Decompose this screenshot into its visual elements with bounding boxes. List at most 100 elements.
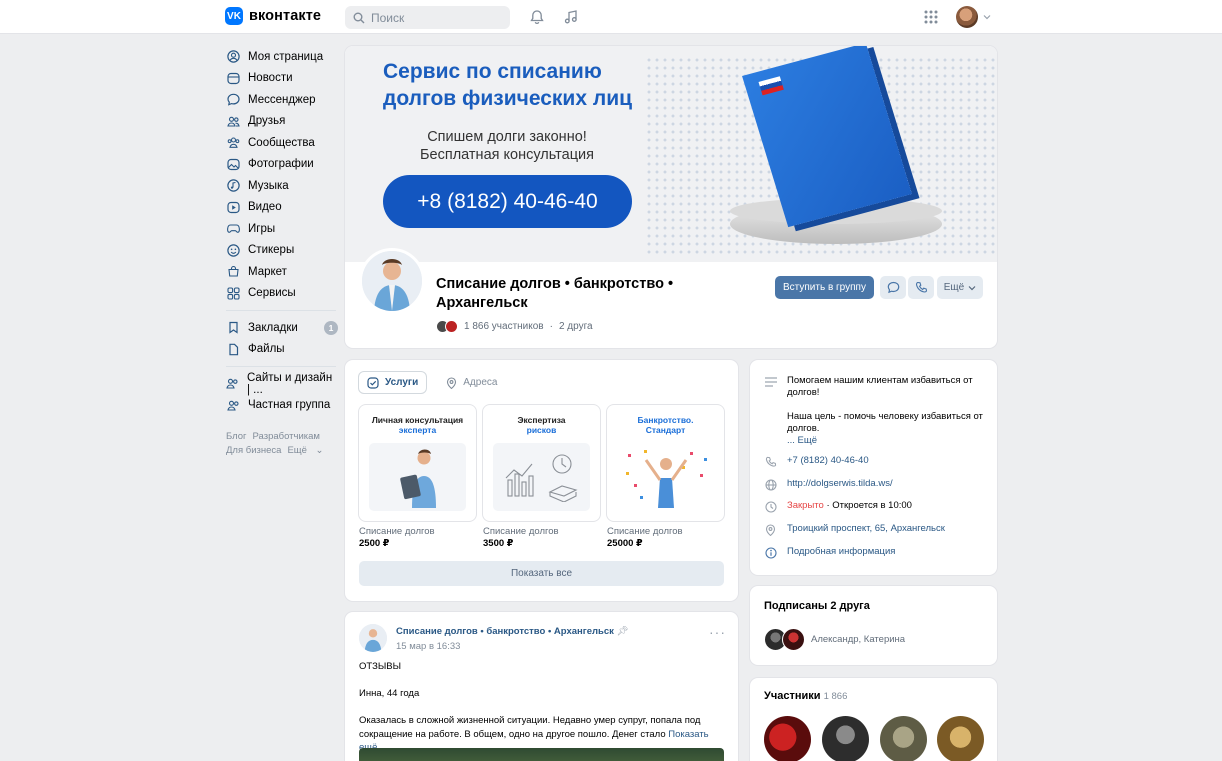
sidebar-item-news[interactable]: Новости [226,68,338,90]
sidebar-item-label: Закладки [248,321,298,334]
service-item[interactable]: Банкротство. Стандарт Списание долгов 250… [607,405,724,549]
sidebar-item-communities[interactable]: Сообщества [226,132,338,154]
phone-link[interactable]: +7 (8182) 40-46-40 [787,455,869,468]
profile-avatar[interactable] [956,6,978,28]
more-button-label: Ещё [943,282,965,293]
friend-avatar [782,628,805,651]
member-avatar[interactable] [937,716,984,761]
music-icon [226,179,240,193]
sidebar-item-friends[interactable]: Друзья [226,111,338,133]
logo-text: вконтакте [249,8,322,24]
about-paragraph-2: Наша цель - помочь человеку избавиться о… [787,411,983,434]
sidebar-item-market[interactable]: Маркет [226,261,338,283]
call-button[interactable] [908,276,934,299]
sidebar-footer: Блог Разработчикам Для бизнеса Ещё ⌄ [226,430,338,458]
member-avatar[interactable] [764,716,811,761]
members-title-count: 1 866 [823,691,848,702]
bell-icon[interactable] [528,8,546,26]
phone-icon [915,281,927,293]
member-avatar[interactable] [880,716,927,761]
sidebar-item-label: Частная группа [248,399,331,412]
sidebar-item-sites-design[interactable]: Сайты и дизайн | ... [226,372,338,396]
details-link[interactable]: Подробная информация [787,546,895,559]
more-button[interactable]: Ещё [937,276,983,299]
website-link[interactable]: http://dolgserwis.tilda.ws/ [787,478,893,491]
post-paragraph-text: Оказалась в сложной жизненной ситуации. … [359,715,701,740]
cover-title: Сервис по списанию долгов физических лиц [383,58,632,112]
service-item[interactable]: Экспертиза рисков Списание долгов 3500 ₽ [483,405,600,549]
search-input[interactable] [371,10,501,25]
cover-image: Сервис по списанию долгов физических лиц… [345,46,997,262]
video-icon [226,200,240,214]
footer-link-blog[interactable]: Блог [226,431,247,442]
sidebar-item-files[interactable]: Файлы [226,339,338,361]
post-author-avatar[interactable] [359,624,387,652]
search-box[interactable] [345,6,510,29]
sidebar-item-photos[interactable]: Фотографии [226,154,338,176]
service-image-title-b: эксперта [398,425,437,435]
show-all-services-button[interactable]: Показать все [359,561,724,586]
closed-status: Закрыто [787,500,824,511]
text-lines-icon [764,375,777,388]
user-circle-icon [226,50,240,64]
group-name: Списание долгов • банкротство • Архангел… [436,275,706,313]
member-avatar[interactable] [822,716,869,761]
sidebar-item-stickers[interactable]: Стикеры [226,240,338,262]
service-image-title-b: Стандарт [645,425,686,435]
sidebar-item-video[interactable]: Видео [226,197,338,219]
clock-icon [764,500,777,513]
left-sidebar: Моя страница Новости Мессенджер Друзья С… [226,46,338,458]
sidebar-item-private-group[interactable]: Частная группа [226,395,338,417]
message-button[interactable] [880,276,906,299]
footer-link-developers[interactable]: Разработчикам [253,431,320,442]
chevron-down-icon: ⌄ [315,445,324,456]
post-photo[interactable] [359,748,724,761]
service-item[interactable]: Личная консультация эксперта Списание дол… [359,405,476,549]
apps-grid-icon[interactable] [922,8,940,26]
service-image: Банкротство. Стандарт [607,405,724,521]
sidebar-item-games[interactable]: Игры [226,218,338,240]
friends-row[interactable]: Александр, Катерина [764,628,905,651]
chevron-down-icon[interactable] [982,8,992,26]
sidebar-item-label: Стикеры [248,244,295,257]
vk-logo[interactable]: VK вконтакте [225,7,321,25]
group-avatar[interactable] [359,248,425,314]
market-icon [226,265,240,279]
sidebar-item-messenger[interactable]: Мессенджер [226,89,338,111]
service-caption: Списание долгов [607,526,683,537]
separator-dot: · [549,321,553,332]
sidebar-divider [226,310,336,311]
tab-addresses[interactable]: Адреса [438,372,505,393]
sidebar-item-label: Сервисы [248,287,296,300]
friends-count[interactable]: 2 друга [559,321,593,332]
post-author-name[interactable]: Списание долгов • банкротство • Архангел… [396,626,629,637]
sidebar-item-bookmarks[interactable]: Закладки 1 [226,317,338,339]
group-icon [226,398,240,412]
group-members-line[interactable]: 1 866 участников · 2 друга [436,320,593,333]
tab-services[interactable]: Услуги [359,372,426,393]
more-options-icon[interactable]: ··· [709,625,726,639]
footer-link-more[interactable]: Ещё ⌄ [287,445,329,456]
about-more-link[interactable]: ... Ещё [787,435,992,447]
file-icon [226,342,240,356]
location-pin-icon [764,523,777,536]
friend-avatar [445,320,458,333]
vk-logo-icon: VK [225,7,243,25]
friends-title[interactable]: Подписаны 2 друга [764,600,870,612]
globe-icon [764,478,777,491]
phone-icon [764,455,777,468]
service-caption: Списание долгов [483,526,559,537]
members-title[interactable]: Участники 1 866 [764,690,847,702]
group-name-line2: Архангельск [436,295,528,311]
address-link[interactable]: Троицкий проспект, 65, Архангельск [787,523,945,536]
members-count[interactable]: 1 866 участников [464,321,544,332]
tab-addresses-label: Адреса [463,377,498,388]
join-group-button[interactable]: Вступить в группу [775,276,874,299]
sidebar-item-music[interactable]: Музыка [226,175,338,197]
sidebar-item-services[interactable]: Сервисы [226,283,338,305]
friends-subscribed-card: Подписаны 2 друга Александр, Катерина [750,586,997,665]
music-icon[interactable] [562,8,580,26]
post-date[interactable]: 15 мар в 16:33 [396,641,460,652]
sidebar-item-my-page[interactable]: Моя страница [226,46,338,68]
footer-link-business[interactable]: Для бизнеса [226,445,281,456]
